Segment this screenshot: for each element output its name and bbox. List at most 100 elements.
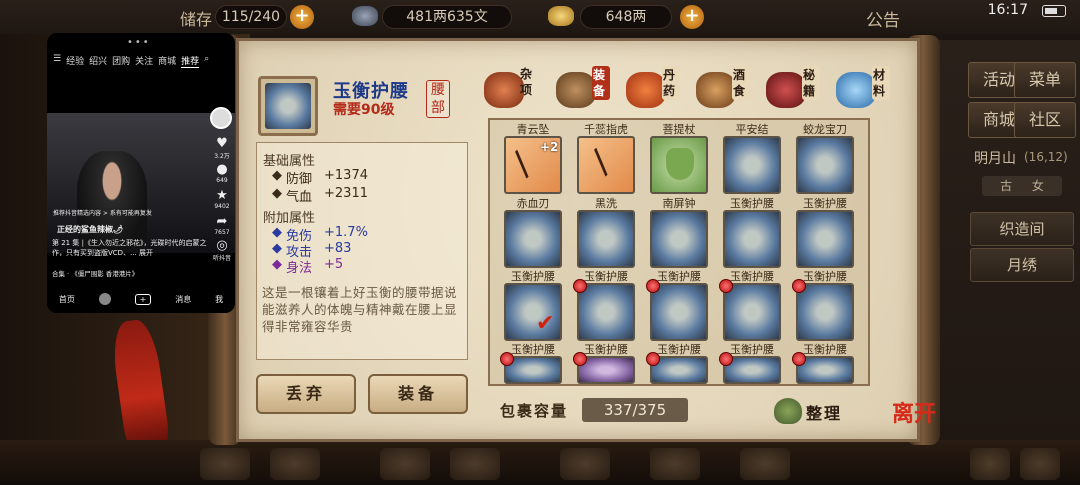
category-tab-misc[interactable]: 杂项 — [484, 66, 554, 110]
inventory-cell[interactable] — [796, 210, 854, 268]
share-icon[interactable]: ➦ 7657 — [213, 215, 231, 237]
cell-label: 玉衡护腰 — [730, 197, 774, 210]
leave-button[interactable]: 离开 — [892, 402, 946, 456]
like-count: 3.2万 — [214, 153, 230, 160]
recommend-banner[interactable]: 推荐抖音精选内容 > 系有可能再复发 — [53, 209, 203, 219]
enhance-badge: +2 — [540, 140, 559, 154]
inventory-cell[interactable] — [723, 210, 781, 268]
category-tab-materials[interactable]: 材料 — [836, 66, 906, 110]
cell-label: 赤血刃 — [516, 197, 550, 210]
inventory-cell[interactable] — [504, 210, 562, 268]
quest-weaving-label: 织造间 — [999, 220, 1045, 238]
pill-icon — [626, 72, 666, 108]
video-app-nav: ☰ 经验 绍兴 团购 关注 商城 推荐 ⌕ — [53, 54, 231, 68]
bag-icon — [774, 398, 802, 424]
nav-tab-active[interactable]: 推荐 — [181, 54, 200, 68]
inventory-cell[interactable]: / — [577, 136, 635, 194]
inventory-cell-selected[interactable]: ✔ — [504, 283, 562, 341]
capacity-value: 337/375 — [582, 398, 688, 422]
notice-button[interactable]: 公告 — [866, 6, 900, 31]
cell-label: 玉衡护腰 — [511, 270, 555, 283]
bottom-menu-icon[interactable] — [200, 448, 250, 480]
cell-label: 玉衡护腰 — [803, 197, 847, 210]
money-value: 481两635文 — [382, 5, 512, 29]
new-item-dot — [573, 279, 587, 293]
menu-icon[interactable]: ☰ — [53, 54, 61, 68]
nav-me[interactable]: 我 — [215, 294, 223, 305]
discard-button[interactable]: 丢弃 — [256, 374, 356, 414]
new-item-dot — [719, 352, 733, 366]
nav-tab[interactable]: 团购 — [112, 54, 130, 68]
inventory-cell[interactable] — [796, 136, 854, 194]
comment-icon[interactable]: ● 649 — [213, 163, 231, 185]
video-caption[interactable]: 第 21 集 |《生入勿近之邪花》，光碟时代的启蒙之作，只有买到盗版VCD、..… — [52, 238, 207, 258]
category-label: 丹药 — [662, 66, 680, 100]
favorite-icon[interactable]: ★ 9402 — [213, 189, 231, 211]
inventory-cell[interactable]: / +2 — [504, 136, 562, 194]
nav-tab[interactable]: 商城 — [158, 54, 176, 68]
community-button[interactable]: 社区 — [1014, 102, 1076, 138]
inventory-cell[interactable] — [650, 283, 708, 341]
base-attributes-title: 基础属性 — [263, 154, 316, 169]
item-description: 这是一根镶着上好玉衡的腰带据说能滋养人的体魄与精神戴在腰上显得非常雍容华贵 — [262, 285, 458, 334]
item-level-requirement: 需要90级 — [333, 102, 395, 118]
inventory-cell[interactable] — [650, 136, 708, 194]
nav-tab[interactable]: 经验 — [66, 54, 84, 68]
nav-messages[interactable]: 消息 — [175, 294, 191, 305]
create-button[interactable]: + — [134, 293, 152, 305]
nav-home[interactable]: 首页 — [59, 294, 75, 305]
video-app-overlay[interactable]: ••• ☰ 经验 绍兴 团购 关注 商城 推荐 ⌕ ♥ 3.2万 ● 649 ★ 94… — [47, 33, 235, 313]
inventory-cell[interactable] — [650, 210, 708, 268]
bottom-menu-icon[interactable] — [1020, 448, 1060, 480]
item-portrait — [258, 76, 318, 136]
cell-top-label: 蛟龙宝刀 — [803, 123, 847, 136]
stat-value: +5 — [324, 257, 344, 272]
cell-label: 南屏钟 — [662, 197, 696, 210]
category-tab-equipment[interactable]: 装备 — [556, 66, 626, 110]
menu-button[interactable]: 菜单 — [1014, 62, 1076, 98]
silver-icon — [548, 6, 574, 26]
silver-plus-button[interactable]: + — [680, 5, 704, 29]
collection-link[interactable]: 合集 · 《僵尸围影 香港港片》 — [52, 269, 230, 279]
bottom-menu-icon[interactable] — [740, 448, 790, 480]
book-icon — [766, 72, 806, 108]
like-icon[interactable]: ♥ 3.2万 — [213, 137, 231, 161]
category-label: 材料 — [872, 66, 890, 100]
friends-avatar-icon[interactable] — [98, 293, 111, 305]
bottom-menu-icon[interactable] — [560, 448, 610, 480]
stat-row-agility: ◆ 身法 +5 — [272, 257, 344, 276]
bottom-menu-icon[interactable] — [380, 448, 430, 480]
quest-moon-embroidery[interactable]: 月绣 — [970, 248, 1074, 282]
bottom-menu-icon[interactable] — [450, 448, 500, 480]
search-icon[interactable]: ⌕ — [204, 54, 209, 68]
stat-name: 防御 — [286, 172, 313, 187]
silver-value: 648两 — [580, 5, 672, 29]
bottom-menu-icon[interactable] — [270, 448, 320, 480]
listen-icon[interactable]: ◎ 听抖音 — [213, 239, 231, 263]
inventory-cell[interactable] — [577, 210, 635, 268]
category-tab-manuals[interactable]: 秘籍 — [766, 66, 836, 110]
bottom-menu-icon[interactable] — [650, 448, 700, 480]
sort-button[interactable]: 整理 — [774, 396, 848, 426]
quest-moon-label: 月绣 — [1006, 256, 1037, 274]
npc-chip[interactable]: 古 女 — [982, 176, 1062, 196]
creator-avatar[interactable] — [210, 107, 232, 129]
category-tab-food[interactable]: 酒食 — [696, 66, 766, 110]
bottom-menu-icon[interactable] — [970, 448, 1010, 480]
category-tab-pills[interactable]: 丹药 — [626, 66, 696, 110]
inventory-cell[interactable] — [796, 283, 854, 341]
cell-top-label: 青云坠 — [516, 123, 550, 136]
quest-weaving-room[interactable]: 织造间 — [970, 212, 1074, 246]
new-item-dot — [719, 279, 733, 293]
stat-row-hp: ◆ 气血 +2311 — [272, 186, 368, 205]
nav-tab[interactable]: 关注 — [135, 54, 153, 68]
storage-plus-button[interactable]: + — [290, 5, 314, 29]
drag-handle-icon[interactable]: ••• — [127, 37, 151, 48]
inventory-cell[interactable] — [577, 283, 635, 341]
inventory-cell[interactable] — [723, 136, 781, 194]
nav-tab[interactable]: 绍兴 — [89, 54, 107, 68]
inventory-cell[interactable] — [723, 283, 781, 341]
bell-icon — [666, 148, 694, 180]
equip-button[interactable]: 装备 — [368, 374, 468, 414]
creator-name[interactable]: 正经的鲨鱼辣椒🌶 — [57, 225, 123, 235]
